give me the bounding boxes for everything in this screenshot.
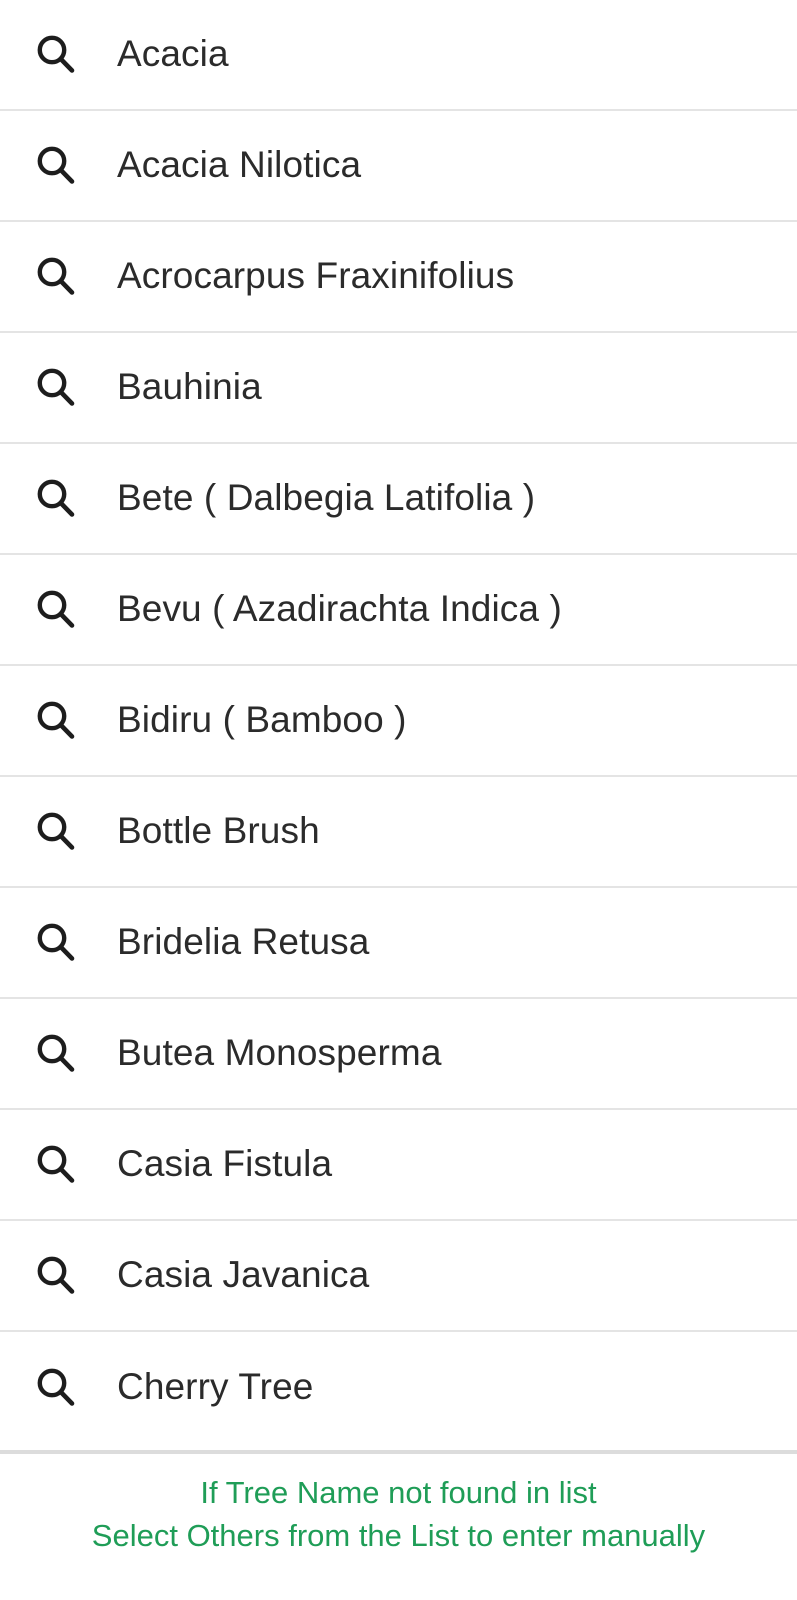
suggestion-row-label: Bauhinia xyxy=(117,366,262,408)
suggestion-row[interactable]: Acacia Nilotica xyxy=(0,111,797,222)
footer-hint-line-1: If Tree Name not found in list xyxy=(200,1475,597,1510)
footer-hint-line-2: Select Others from the List to enter man… xyxy=(91,1517,706,1553)
suggestion-row-label: Bidiru ( Bamboo ) xyxy=(117,699,407,741)
suggestion-row-label: Acrocarpus Fraxinifolius xyxy=(117,255,515,297)
suggestion-row[interactable]: Bridelia Retusa xyxy=(0,888,797,999)
suggestion-row[interactable]: Bidiru ( Bamboo ) xyxy=(0,666,797,777)
suggestion-row[interactable]: Bottle Brush xyxy=(0,777,797,888)
search-icon xyxy=(33,476,79,522)
search-icon xyxy=(33,698,79,744)
search-icon xyxy=(33,1253,79,1299)
suggestion-row-label: Casia Fistula xyxy=(117,1143,333,1185)
suggestion-row[interactable]: Casia Fistula xyxy=(0,1110,797,1221)
suggestion-row[interactable]: Bete ( Dalbegia Latifolia ) xyxy=(0,444,797,555)
suggestion-row[interactable]: Bauhinia xyxy=(0,333,797,444)
search-icon xyxy=(33,143,79,189)
suggestion-row-label: Bevu ( Azadirachta Indica ) xyxy=(117,588,562,630)
search-icon xyxy=(33,920,79,966)
search-suggestion-list[interactable]: Acacia Acacia Nilotica Acrocarpus Fraxinif… xyxy=(0,0,797,1450)
footer-hint: If Tree Name not found in list Select Ot… xyxy=(0,1450,797,1600)
suggestion-row-label: Acacia Nilotica xyxy=(117,144,362,186)
search-icon xyxy=(33,587,79,633)
suggestion-row-label: Bridelia Retusa xyxy=(117,921,370,963)
suggestion-row[interactable]: Casia Javanica xyxy=(0,1221,797,1332)
suggestion-row[interactable]: Butea Monosperma xyxy=(0,999,797,1110)
suggestion-row-label: Butea Monosperma xyxy=(117,1032,442,1074)
suggestion-row[interactable]: Bevu ( Azadirachta Indica ) xyxy=(0,555,797,666)
search-icon xyxy=(33,1031,79,1077)
search-icon xyxy=(33,254,79,300)
search-icon xyxy=(33,809,79,855)
app-root: Acacia Acacia Nilotica Acrocarpus Fraxinif… xyxy=(0,0,797,1600)
suggestion-row-label: Casia Javanica xyxy=(117,1254,370,1296)
suggestion-row[interactable]: Acacia xyxy=(0,0,797,111)
suggestion-row[interactable]: Cherry Tree xyxy=(0,1332,797,1443)
suggestion-row-label: Cherry Tree xyxy=(117,1366,314,1408)
search-icon xyxy=(33,1142,79,1188)
search-icon xyxy=(33,1365,79,1411)
search-icon xyxy=(33,32,79,78)
search-icon xyxy=(33,365,79,411)
suggestion-row[interactable]: Acrocarpus Fraxinifolius xyxy=(0,222,797,333)
suggestion-row-label: Bete ( Dalbegia Latifolia ) xyxy=(117,477,536,519)
suggestion-row-label: Bottle Brush xyxy=(117,810,320,852)
suggestion-row-label: Acacia xyxy=(117,33,229,75)
